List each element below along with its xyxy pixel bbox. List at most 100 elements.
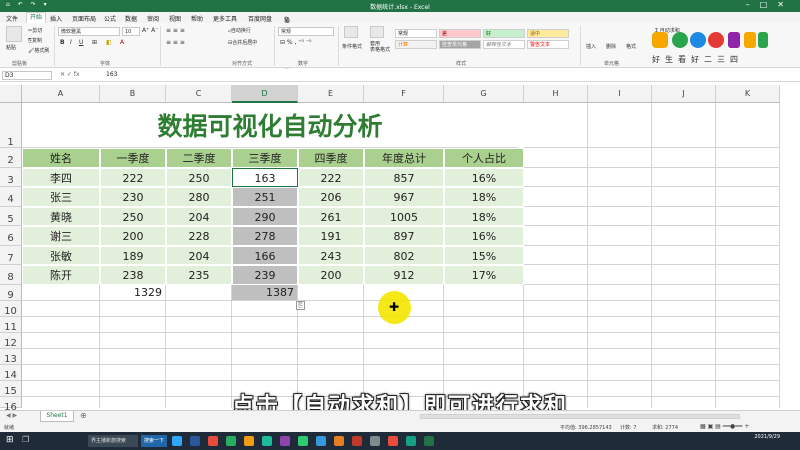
empty-cell[interactable] <box>524 265 588 285</box>
tab-insert[interactable]: 插入 <box>50 14 62 23</box>
empty-cell[interactable] <box>716 206 780 226</box>
empty-cell[interactable] <box>588 103 652 148</box>
data-cell[interactable]: 15% <box>444 245 524 265</box>
empty-cell[interactable] <box>166 300 232 317</box>
column-header-d[interactable]: D <box>232 85 298 103</box>
data-cell[interactable]: 189 <box>100 245 166 265</box>
row-header-10[interactable]: 10 <box>0 300 22 317</box>
tab-file[interactable]: 文件 <box>6 14 18 23</box>
empty-cell[interactable] <box>524 364 588 381</box>
empty-cell[interactable] <box>22 364 100 381</box>
delete-cells-button[interactable]: 删除 <box>606 43 616 50</box>
horizontal-scrollbar[interactable] <box>420 414 740 419</box>
empty-cell[interactable] <box>652 103 716 148</box>
empty-cell[interactable] <box>100 300 166 317</box>
empty-cell[interactable] <box>444 300 524 317</box>
empty-cell[interactable] <box>652 148 716 168</box>
style-check-cell[interactable]: 检查单元格 <box>439 40 481 49</box>
empty-cell[interactable] <box>444 364 524 381</box>
column-header-b[interactable]: B <box>100 85 166 103</box>
empty-cell[interactable] <box>166 332 232 349</box>
taskbar-search-button[interactable]: 搜索一下 <box>141 435 167 447</box>
data-cell[interactable]: 250 <box>166 167 232 187</box>
empty-cell[interactable] <box>716 226 780 246</box>
data-cell[interactable]: 16% <box>444 167 524 187</box>
table-header-cell[interactable]: 姓名 <box>22 148 100 168</box>
empty-cell[interactable] <box>652 348 716 365</box>
data-cell[interactable]: 230 <box>100 187 166 207</box>
number-format-select[interactable]: 常规 <box>278 27 334 36</box>
row-header-9[interactable]: 9 <box>0 284 22 301</box>
data-cell[interactable]: 897 <box>364 226 444 246</box>
empty-cell[interactable] <box>652 364 716 381</box>
row-header-7[interactable]: 7 <box>0 245 22 265</box>
empty-cell[interactable] <box>100 348 166 365</box>
number-format-icons[interactable]: ⊟ % , ⁺⁰ ⁻⁰ <box>280 39 311 46</box>
empty-cell[interactable] <box>716 332 780 349</box>
style-calculation[interactable]: 计算 <box>395 40 437 49</box>
paste-button[interactable]: 粘贴 <box>6 44 16 51</box>
add-sheet-icon[interactable]: ⊕ <box>80 411 87 420</box>
sheet-title[interactable]: 数据可视化自动分析 <box>22 103 518 148</box>
empty-cell[interactable] <box>588 348 652 365</box>
empty-cell[interactable] <box>652 265 716 285</box>
empty-cell[interactable] <box>22 300 100 317</box>
empty-cell[interactable] <box>716 364 780 381</box>
data-cell[interactable]: 278 <box>232 226 298 246</box>
format-painter-button[interactable]: 🖌格式刷 <box>28 47 49 54</box>
data-cell[interactable]: 222 <box>298 167 364 187</box>
empty-cell[interactable] <box>716 167 780 187</box>
app-icon[interactable] <box>352 436 362 446</box>
row-header-8[interactable]: 8 <box>0 265 22 285</box>
paste-icon[interactable] <box>6 26 22 42</box>
empty-cell[interactable] <box>716 265 780 285</box>
align-left-icons[interactable]: ≡ ≡ ≡ <box>166 39 185 46</box>
data-cell[interactable]: 802 <box>364 245 444 265</box>
data-cell[interactable]: 191 <box>298 226 364 246</box>
font-size-grow-icon[interactable]: A⁺ A⁻ <box>142 27 158 34</box>
empty-cell[interactable] <box>716 284 780 301</box>
insert-cells-button[interactable]: 插入 <box>586 43 596 50</box>
name-cell[interactable]: 张三 <box>22 187 100 207</box>
empty-cell[interactable] <box>166 364 232 381</box>
format-as-table-button[interactable]: 套用 表格格式 <box>370 41 390 53</box>
data-cell[interactable]: 238 <box>100 265 166 285</box>
style-good[interactable]: 好 <box>483 29 525 38</box>
empty-cell[interactable] <box>298 332 364 349</box>
empty-cell[interactable] <box>588 187 652 207</box>
empty-cell[interactable] <box>652 187 716 207</box>
empty-cell[interactable] <box>716 187 780 207</box>
italic-icon[interactable]: I <box>70 39 72 46</box>
fill-color-icon[interactable]: ◧ <box>106 39 112 46</box>
cut-button[interactable]: ✂剪切 <box>28 27 42 34</box>
style-bad[interactable]: 差 <box>439 29 481 38</box>
empty-cell[interactable] <box>716 348 780 365</box>
table-header-cell[interactable]: 四季度 <box>298 148 364 168</box>
table-header-cell[interactable]: 二季度 <box>166 148 232 168</box>
tab-page-layout[interactable]: 页面布局 <box>72 14 96 23</box>
empty-cell[interactable] <box>524 348 588 365</box>
align-top-icons[interactable]: ≡ ≡ ≡ <box>166 27 185 34</box>
data-cell[interactable]: 1005 <box>364 206 444 226</box>
data-cell[interactable]: 204 <box>166 245 232 265</box>
table-format-icon[interactable] <box>370 26 384 38</box>
empty-cell[interactable] <box>524 148 588 168</box>
empty-cell[interactable] <box>166 284 232 301</box>
total-cell-d[interactable]: 1387 <box>232 284 298 301</box>
name-box[interactable]: D3 <box>2 71 52 80</box>
wechat-icon[interactable] <box>298 436 308 446</box>
format-cells-button[interactable]: 格式 <box>626 43 636 50</box>
empty-cell[interactable] <box>588 167 652 187</box>
column-header-e[interactable]: E <box>298 85 364 103</box>
copy-button[interactable]: ⎘复制 <box>28 37 42 44</box>
empty-cell[interactable] <box>298 348 364 365</box>
tab-baidu-netdisk[interactable]: 百度网盘 <box>248 14 272 23</box>
data-cell[interactable]: 18% <box>444 187 524 207</box>
app-icon[interactable] <box>406 436 416 446</box>
empty-cell[interactable] <box>524 187 588 207</box>
data-cell[interactable]: 18% <box>444 206 524 226</box>
row-header-14[interactable]: 14 <box>0 364 22 381</box>
data-cell[interactable]: 17% <box>444 265 524 285</box>
column-header-f[interactable]: F <box>364 85 444 103</box>
empty-cell[interactable] <box>232 332 298 349</box>
